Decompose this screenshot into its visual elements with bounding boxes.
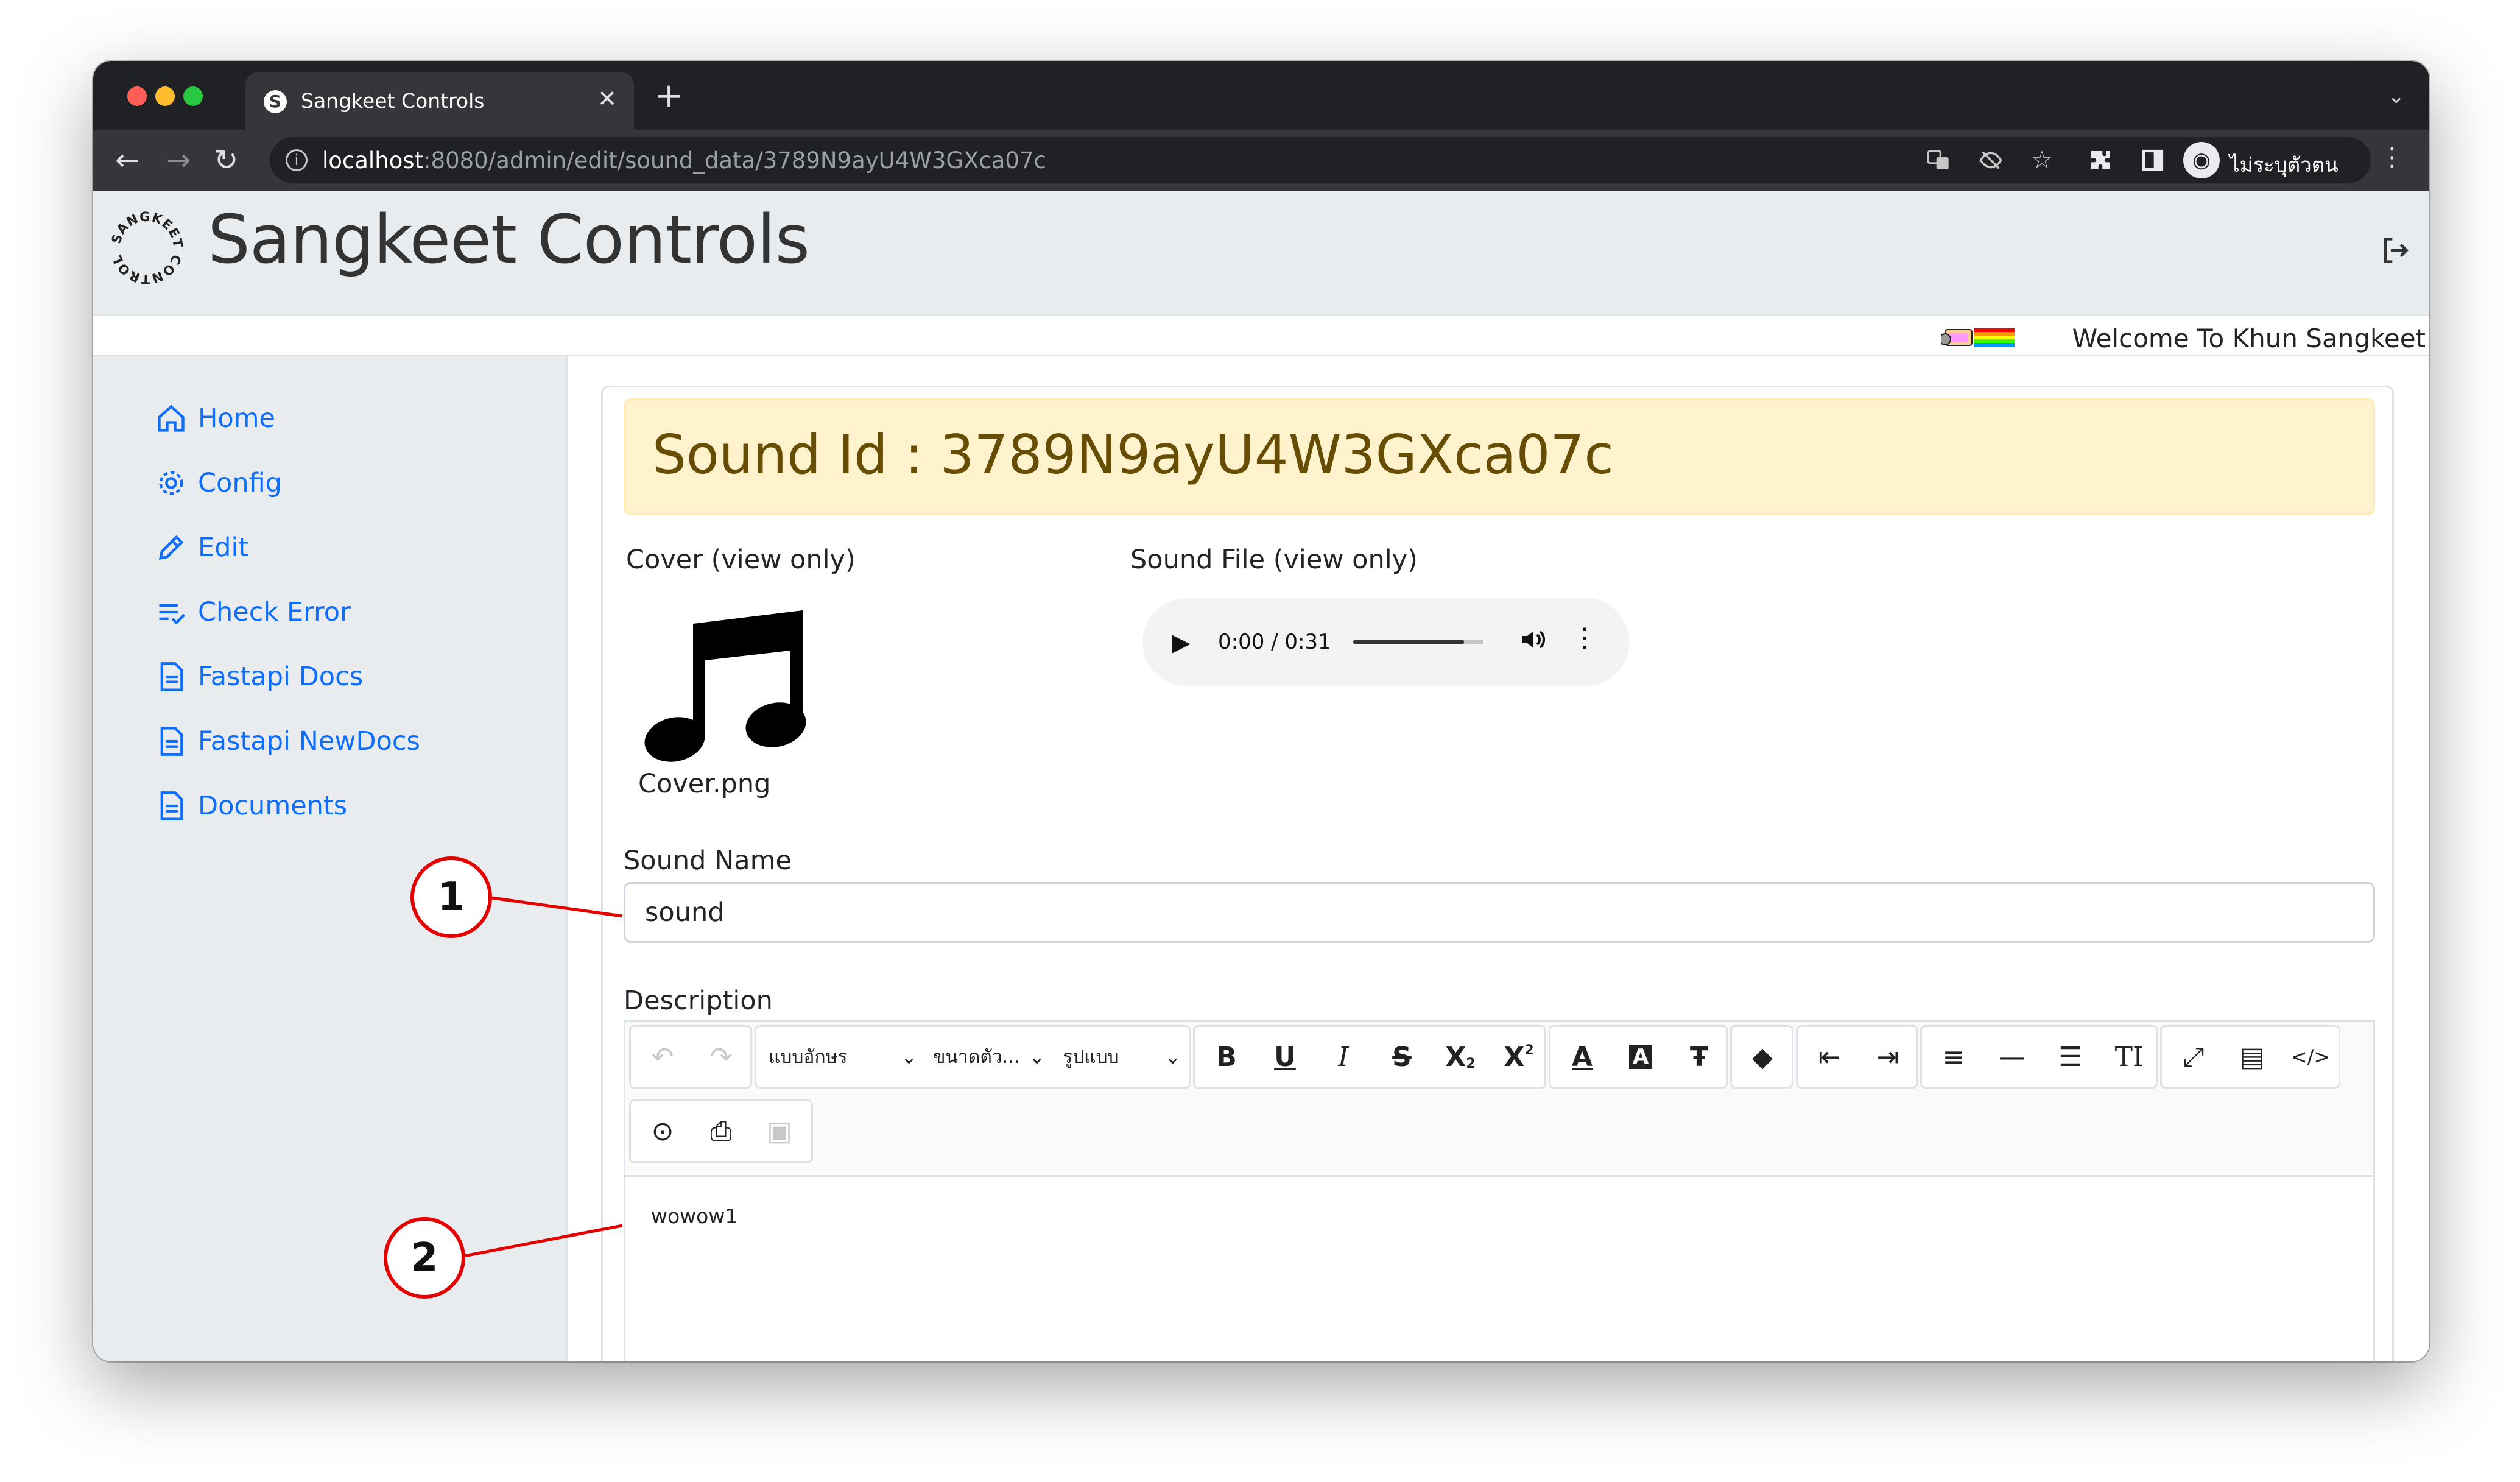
- callout-lines: [463, 896, 623, 1258]
- callout-2: 2: [384, 1217, 465, 1299]
- callout-1: 1: [410, 856, 492, 938]
